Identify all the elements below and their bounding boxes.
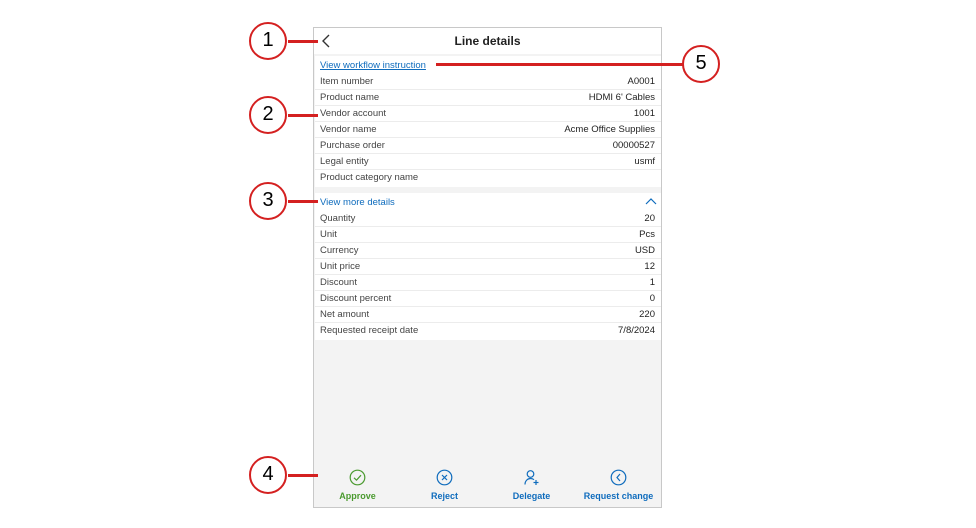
detail-value: 12	[644, 261, 655, 272]
more-details-card: View more details Quantity 20 Unit Pcs Cur…	[315, 193, 661, 340]
view-workflow-instruction-link[interactable]: View workflow instruction	[320, 60, 426, 71]
action-toolbar: Approve Reject Delegate Request change	[314, 463, 661, 507]
reject-button[interactable]: Reject	[401, 463, 488, 507]
detail-row: Vendor account 1001	[315, 106, 661, 122]
detail-row: Legal entity usmf	[315, 154, 661, 170]
approve-button[interactable]: Approve	[314, 463, 401, 507]
delegate-button[interactable]: Delegate	[488, 463, 575, 507]
x-circle-icon	[436, 469, 453, 486]
detail-value: 220	[639, 309, 655, 320]
detail-row: Purchase order 00000527	[315, 138, 661, 154]
detail-label: Discount	[320, 277, 357, 288]
detail-label: Item number	[320, 76, 374, 87]
callout-2: 2	[249, 96, 287, 134]
detail-label: Vendor account	[320, 108, 387, 119]
header-bar: Line details	[314, 28, 661, 54]
detail-value: 1	[649, 277, 655, 288]
detail-label: Discount percent	[320, 293, 392, 304]
detail-value: 00000527	[612, 140, 655, 151]
detail-row: Requested receipt date 7/8/2024	[315, 323, 661, 339]
detail-label: Currency	[320, 245, 359, 256]
callout-4: 4	[249, 456, 287, 494]
reject-label: Reject	[430, 491, 458, 501]
callout-1-line	[288, 40, 318, 43]
callout-1: 1	[249, 22, 287, 60]
callout-3: 3	[249, 182, 287, 220]
detail-row: Net amount 220	[315, 307, 661, 323]
line-details-card: View workflow instruction Item number A00…	[315, 56, 661, 187]
detail-label: Net amount	[320, 309, 370, 320]
detail-row: Item number A0001	[315, 74, 661, 90]
mobile-app-screen: Line details View workflow instruction I…	[313, 27, 662, 508]
request-change-button[interactable]: Request change	[575, 463, 661, 507]
chevron-up-icon[interactable]	[645, 197, 657, 205]
callout-2-line	[288, 114, 318, 117]
detail-value: 20	[644, 213, 655, 224]
detail-value: 7/8/2024	[618, 325, 655, 336]
detail-value: 1001	[633, 108, 655, 119]
callout-4-line	[288, 474, 318, 477]
callout-3-line	[288, 200, 318, 203]
detail-label: Legal entity	[320, 156, 369, 167]
detail-label: Product category name	[320, 172, 419, 183]
detail-label: Vendor name	[320, 124, 377, 135]
detail-label: Unit	[320, 229, 337, 240]
detail-value: Pcs	[639, 229, 655, 240]
page-title: Line details	[454, 34, 521, 48]
detail-value: USD	[634, 245, 655, 256]
detail-value: HDMI 6' Cables	[588, 92, 655, 103]
detail-row: Vendor name Acme Office Supplies	[315, 122, 661, 138]
detail-row: Product category name	[315, 170, 661, 186]
detail-row: Unit price 12	[315, 259, 661, 275]
detail-value: A0001	[627, 76, 655, 87]
detail-value: usmf	[634, 156, 655, 167]
detail-row: Discount percent 0	[315, 291, 661, 307]
callout-5-line	[436, 63, 683, 66]
person-add-icon	[524, 470, 539, 485]
detail-row: Quantity 20	[315, 211, 661, 227]
detail-value: Acme Office Supplies	[564, 124, 655, 135]
detail-label: Purchase order	[320, 140, 385, 151]
request-change-label: Request change	[583, 491, 654, 501]
callout-5: 5	[682, 45, 720, 83]
detail-row: Unit Pcs	[315, 227, 661, 243]
detail-label: Requested receipt date	[320, 325, 419, 336]
detail-label: Quantity	[320, 213, 356, 224]
detail-label: Product name	[320, 92, 380, 103]
detail-row: Discount 1	[315, 275, 661, 291]
detail-label: Unit price	[320, 261, 361, 272]
detail-value: 0	[649, 293, 655, 304]
detail-row: Product name HDMI 6' Cables	[315, 90, 661, 106]
delegate-label: Delegate	[512, 491, 551, 501]
detail-row: Currency USD	[315, 243, 661, 259]
back-circle-icon	[610, 469, 627, 486]
check-circle-icon	[349, 469, 366, 486]
view-more-details-link[interactable]: View more details	[320, 197, 395, 208]
approve-label: Approve	[339, 491, 376, 501]
